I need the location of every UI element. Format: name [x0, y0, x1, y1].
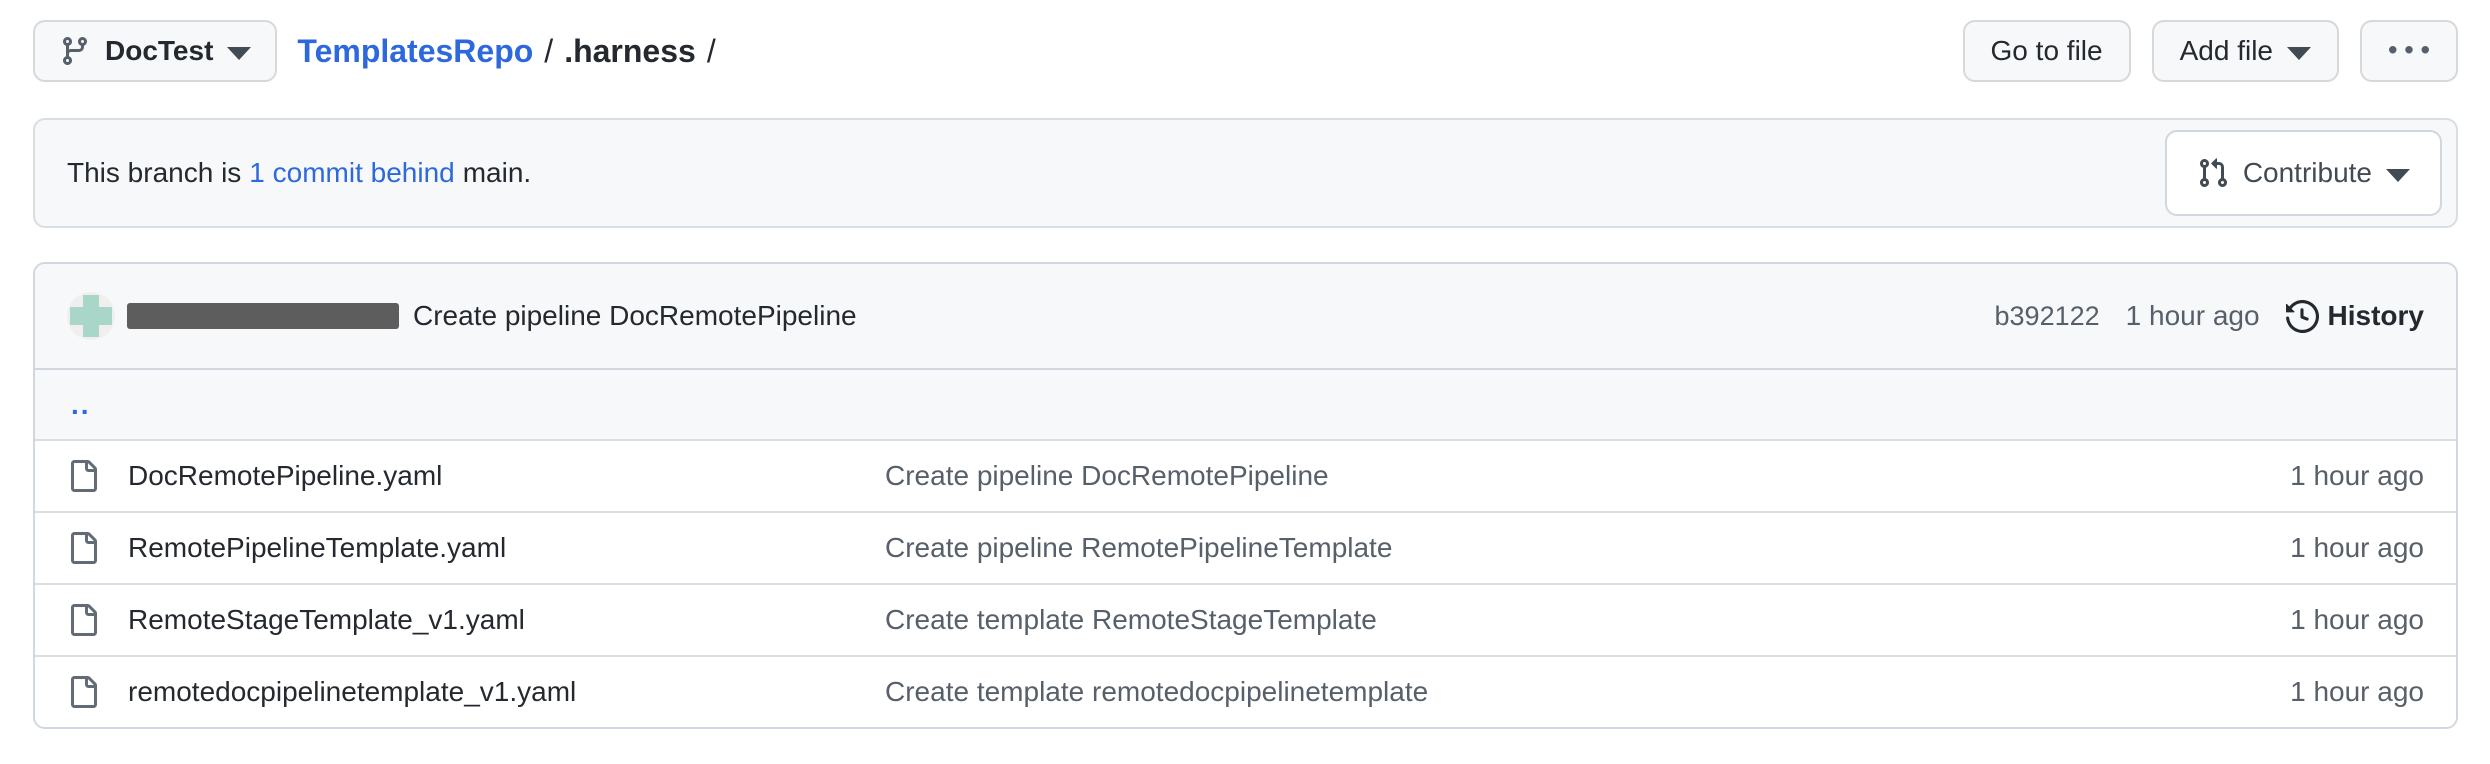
table-row[interactable]: RemoteStageTemplate_v1.yaml Create templ…: [35, 583, 2456, 655]
commit-time: 1 hour ago: [2126, 300, 2260, 332]
git-branch-icon: [59, 35, 91, 67]
chevron-down-icon: [2287, 47, 2311, 60]
chevron-down-icon: [227, 47, 251, 60]
contribute-label: Contribute: [2243, 157, 2372, 189]
more-options-button[interactable]: [2360, 20, 2458, 82]
breadcrumb-separator: /: [707, 33, 716, 70]
file-commit-time: 1 hour ago: [2290, 676, 2424, 708]
parent-directory-link[interactable]: ..: [71, 389, 91, 421]
branch-status-banner: This branch is 1 commit behind main. Con…: [33, 118, 2458, 228]
file-name-cell: RemotePipelineTemplate.yaml: [67, 532, 885, 564]
go-to-file-button[interactable]: Go to file: [1963, 20, 2131, 82]
commit-sha-link[interactable]: b392122: [1995, 301, 2100, 332]
table-row[interactable]: RemotePipelineTemplate.yaml Create pipel…: [35, 511, 2456, 583]
branch-name-label: DocTest: [105, 35, 213, 67]
file-name-link[interactable]: remotedocpipelinetemplate_v1.yaml: [128, 676, 576, 708]
branch-selector-button[interactable]: DocTest: [33, 20, 277, 82]
latest-commit-bar: Create pipeline DocRemotePipeline b39212…: [35, 264, 2456, 368]
add-file-button[interactable]: Add file: [2152, 20, 2339, 82]
file-commit-time: 1 hour ago: [2290, 604, 2424, 636]
file-icon: [67, 532, 99, 564]
file-name-cell: DocRemotePipeline.yaml: [67, 460, 885, 492]
clock-history-icon: [2286, 300, 2319, 333]
file-name-cell: remotedocpipelinetemplate_v1.yaml: [67, 676, 885, 708]
table-row[interactable]: remotedocpipelinetemplate_v1.yaml Create…: [35, 655, 2456, 727]
committer-name-redacted: [127, 303, 399, 329]
commits-behind-link[interactable]: 1 commit behind: [249, 157, 454, 189]
file-commit-time: 1 hour ago: [2290, 532, 2424, 564]
breadcrumb-repo-link[interactable]: TemplatesRepo: [297, 33, 533, 70]
branch-status-suffix: main.: [463, 157, 531, 189]
committer-avatar[interactable]: [67, 292, 115, 340]
table-row[interactable]: DocRemotePipeline.yaml Create pipeline D…: [35, 439, 2456, 511]
file-name-link[interactable]: RemotePipelineTemplate.yaml: [128, 532, 506, 564]
branch-status-text: This branch is 1 commit behind main.: [67, 157, 531, 189]
file-icon: [67, 460, 99, 492]
file-name-link[interactable]: RemoteStageTemplate_v1.yaml: [128, 604, 525, 636]
repo-toolbar: DocTest TemplatesRepo / .harness / Go to…: [33, 20, 2458, 82]
latest-commit-message[interactable]: Create pipeline DocRemotePipeline: [413, 300, 857, 332]
file-commit-message[interactable]: Create pipeline RemotePipelineTemplate: [885, 532, 2290, 564]
kebab-horizontal-icon: [2389, 31, 2429, 71]
latest-commit-meta: b392122 1 hour ago History: [1995, 300, 2424, 333]
add-file-label: Add file: [2180, 35, 2273, 67]
file-name-cell: RemoteStageTemplate_v1.yaml: [67, 604, 885, 636]
contribute-button[interactable]: Contribute: [2165, 130, 2442, 216]
breadcrumb-separator: /: [544, 33, 553, 70]
file-commit-message[interactable]: Create template remotedocpipelinetemplat…: [885, 676, 2290, 708]
breadcrumb: TemplatesRepo / .harness /: [297, 33, 726, 70]
repo-file-browser: DocTest TemplatesRepo / .harness / Go to…: [0, 0, 2490, 764]
chevron-down-icon: [2386, 169, 2410, 182]
breadcrumb-folder: .harness: [564, 33, 696, 70]
parent-directory-row[interactable]: ..: [35, 368, 2456, 439]
file-icon: [67, 604, 99, 636]
history-label: History: [2328, 300, 2424, 332]
file-icon: [67, 676, 99, 708]
history-button[interactable]: History: [2286, 300, 2424, 333]
file-commit-message[interactable]: Create template RemoteStageTemplate: [885, 604, 2290, 636]
file-commit-message[interactable]: Create pipeline DocRemotePipeline: [885, 460, 2290, 492]
file-commit-time: 1 hour ago: [2290, 460, 2424, 492]
file-name-link[interactable]: DocRemotePipeline.yaml: [128, 460, 442, 492]
branch-status-prefix: This branch is: [67, 157, 241, 189]
file-listing: Create pipeline DocRemotePipeline b39212…: [33, 262, 2458, 729]
git-pull-request-icon: [2197, 157, 2229, 189]
